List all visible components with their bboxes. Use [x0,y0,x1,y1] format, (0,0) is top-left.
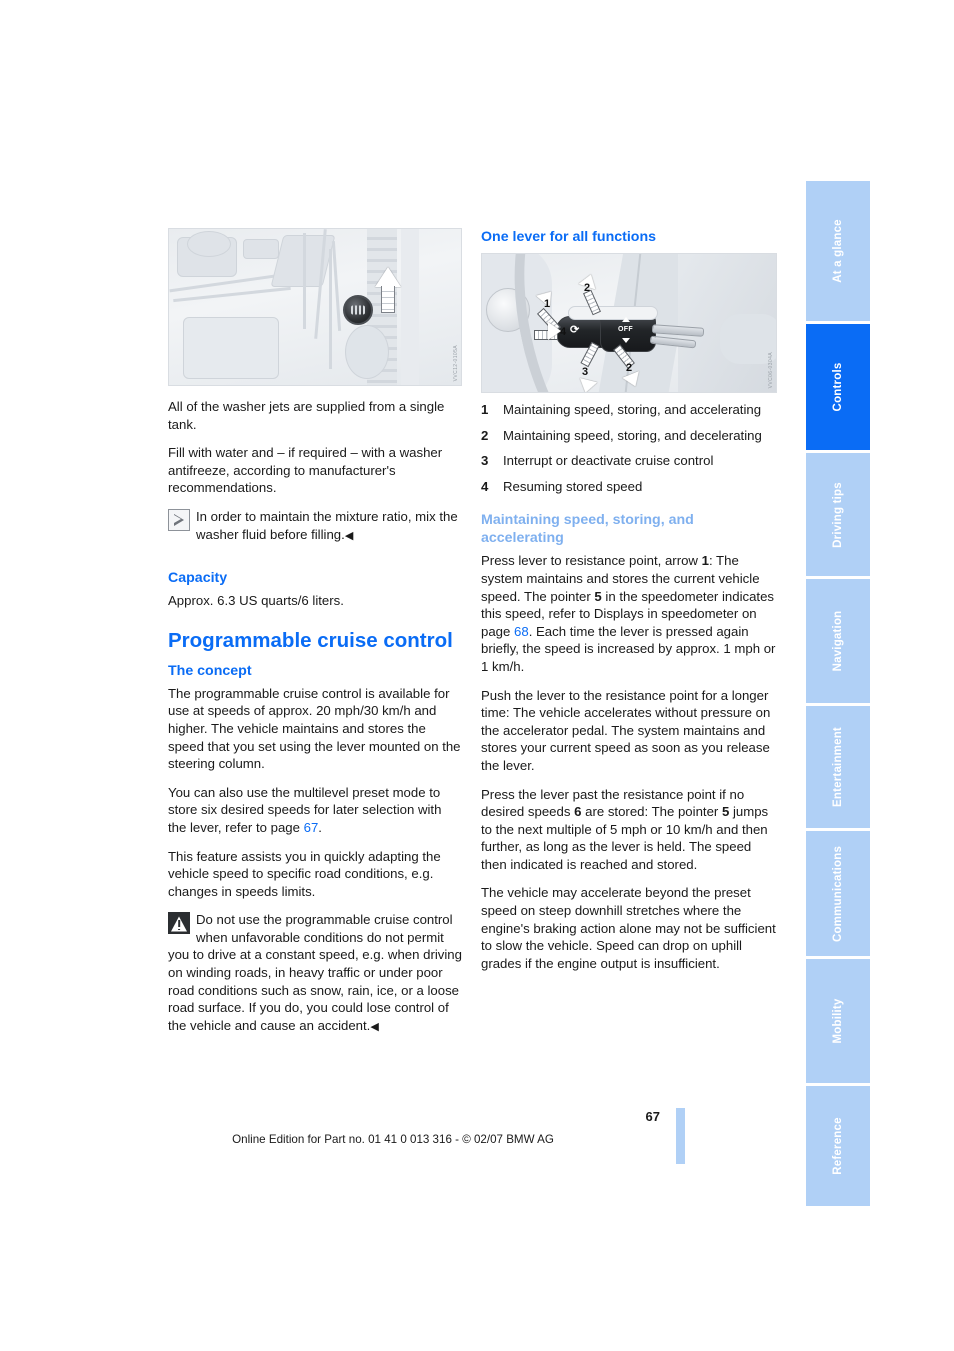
note-mixture-ratio: In order to maintain the mixture ratio, … [168,508,462,545]
legend-label: Resuming stored speed [503,478,643,494]
text-run: are stored: The pointer [581,804,722,820]
warning-body: Do not use the programmable cruise contr… [168,912,462,1033]
lever-function-legend: 1 Maintaining speed, storing, and accele… [481,401,777,495]
down-triangle-icon [622,338,630,343]
sidebar-tab-mobility[interactable]: Mobility [806,959,870,1083]
paragraph-fill-water: Fill with water and – if required – with… [168,445,443,496]
sidebar-tab-label: At a glance [832,219,844,283]
sidebar-tab-label: Entertainment [832,727,844,807]
heading-maintaining-speed: Maintaining speed, storing, and accelera… [481,512,694,547]
heading-the-concept: The concept [168,662,252,679]
callout-number: 2 [626,362,633,374]
sidebar-tab-label: Communications [832,845,844,942]
section-tab-rail: At a glance Controls Driving tips Naviga… [806,181,870,1206]
legend-item: 1 Maintaining speed, storing, and accele… [481,401,777,419]
right-text-column: One lever for all functions ⟳ OFF 1 2 2 … [481,228,777,983]
callout-number: 3 [582,366,589,378]
legend-item: 4 Resuming stored speed [481,478,777,496]
sidebar-tab-label: Driving tips [832,481,844,548]
paragraph-press-lever: Press lever to resistance point, arrow 1… [481,552,777,675]
paragraph-downhill: The vehicle may accelerate beyond the pr… [481,885,776,971]
off-label: OFF [618,326,633,333]
callout-ref: 1 [701,553,709,569]
warning-text: Do not use the programmable cruise contr… [168,911,462,1036]
warning-end-marker: ◀ [370,1020,379,1033]
heading-capacity: Capacity [168,570,228,587]
legend-number: 2 [481,427,489,443]
sidebar-tab-label: Reference [832,1117,844,1175]
legend-number: 1 [481,402,489,417]
note-body: In order to maintain the mixture ratio, … [196,508,458,542]
page-number: 67 [645,1109,660,1124]
note-text: In order to maintain the mixture ratio, … [168,508,462,545]
manual-page: At a glance Controls Driving tips Naviga… [0,0,954,1351]
sidebar-tab-reference[interactable]: Reference [806,1086,870,1206]
concept-2-text-b: . [318,819,322,835]
legend-label: Interrupt or deactivate cruise control [503,453,714,469]
page-reference-link[interactable]: 68 [514,624,529,639]
paragraph-concept-3: This feature assists you in quickly adap… [168,848,441,899]
legend-item: 3 Interrupt or deactivate cruise control [481,452,777,470]
callout-number: 4 [560,326,567,338]
callout-ref: 5 [594,588,602,604]
note-end-marker: ◀ [344,529,353,542]
legend-label: Maintaining speed, storing, and decelera… [503,427,762,443]
warning-triangle-icon [168,912,190,935]
text-run: Press lever to resistance point, arrow [481,553,702,569]
page-reference-link[interactable]: 67 [304,820,319,835]
sidebar-tab-label: Controls [832,362,844,412]
note-icon [168,508,190,531]
figure-code: VVC12-0105A [453,344,459,381]
sidebar-tab-navigation[interactable]: Navigation [806,579,870,703]
legend-item: 2 Maintaining speed, storing, and decele… [481,427,777,445]
sidebar-tab-driving-tips[interactable]: Driving tips [806,453,870,576]
washer-fluid-cap-icon [343,295,373,325]
cruise-control-symbol: ⟳ [570,324,580,336]
left-text-column: VVC12-0105A All of the washer jets are s… [168,228,462,1047]
up-triangle-icon [622,317,630,322]
footer-text: Online Edition for Part no. 01 41 0 013 … [232,1133,554,1146]
sidebar-tab-communications[interactable]: Communications [806,831,870,956]
paragraph-capacity: Approx. 6.3 US quarts/6 liters. [168,593,344,609]
paragraph-press-past: Press the lever past the resistance poin… [481,786,777,874]
figure-code: VVC06-0304A [768,351,774,388]
sidebar-tab-at-a-glance[interactable]: At a glance [806,181,870,321]
cruise-control-lever-figure: ⟳ OFF 1 2 2 3 4 VVC06-0304A [481,253,777,393]
legend-label: Maintaining speed, storing, and accelera… [503,402,762,417]
legend-number: 3 [481,453,489,469]
callout-number: 1 [544,298,551,310]
washer-reservoir-figure: VVC12-0105A [168,228,462,386]
heading-one-lever: One lever for all functions [481,229,657,245]
paragraph-concept-1: The programmable cruise control is avail… [168,685,461,772]
callout-number: 2 [584,282,591,294]
sidebar-tab-label: Navigation [832,610,844,672]
sidebar-tab-entertainment[interactable]: Entertainment [806,706,870,828]
footer-edition-notice: Online Edition for Part no. 01 41 0 013 … [0,1133,954,1146]
heading-programmable-cruise-control: Programmable cruise control [168,628,453,652]
sidebar-tab-label: Mobility [832,998,844,1044]
sidebar-tab-controls[interactable]: Controls [806,324,870,450]
legend-number: 4 [481,478,489,494]
paragraph-concept-2: You can also use the multilevel preset m… [168,784,462,837]
paragraph-push-lever: Push the lever to the resistance point f… [481,687,771,773]
warning-cruise-control: Do not use the programmable cruise contr… [168,911,462,1036]
paragraph-washer-jets: All of the washer jets are supplied from… [168,399,445,432]
